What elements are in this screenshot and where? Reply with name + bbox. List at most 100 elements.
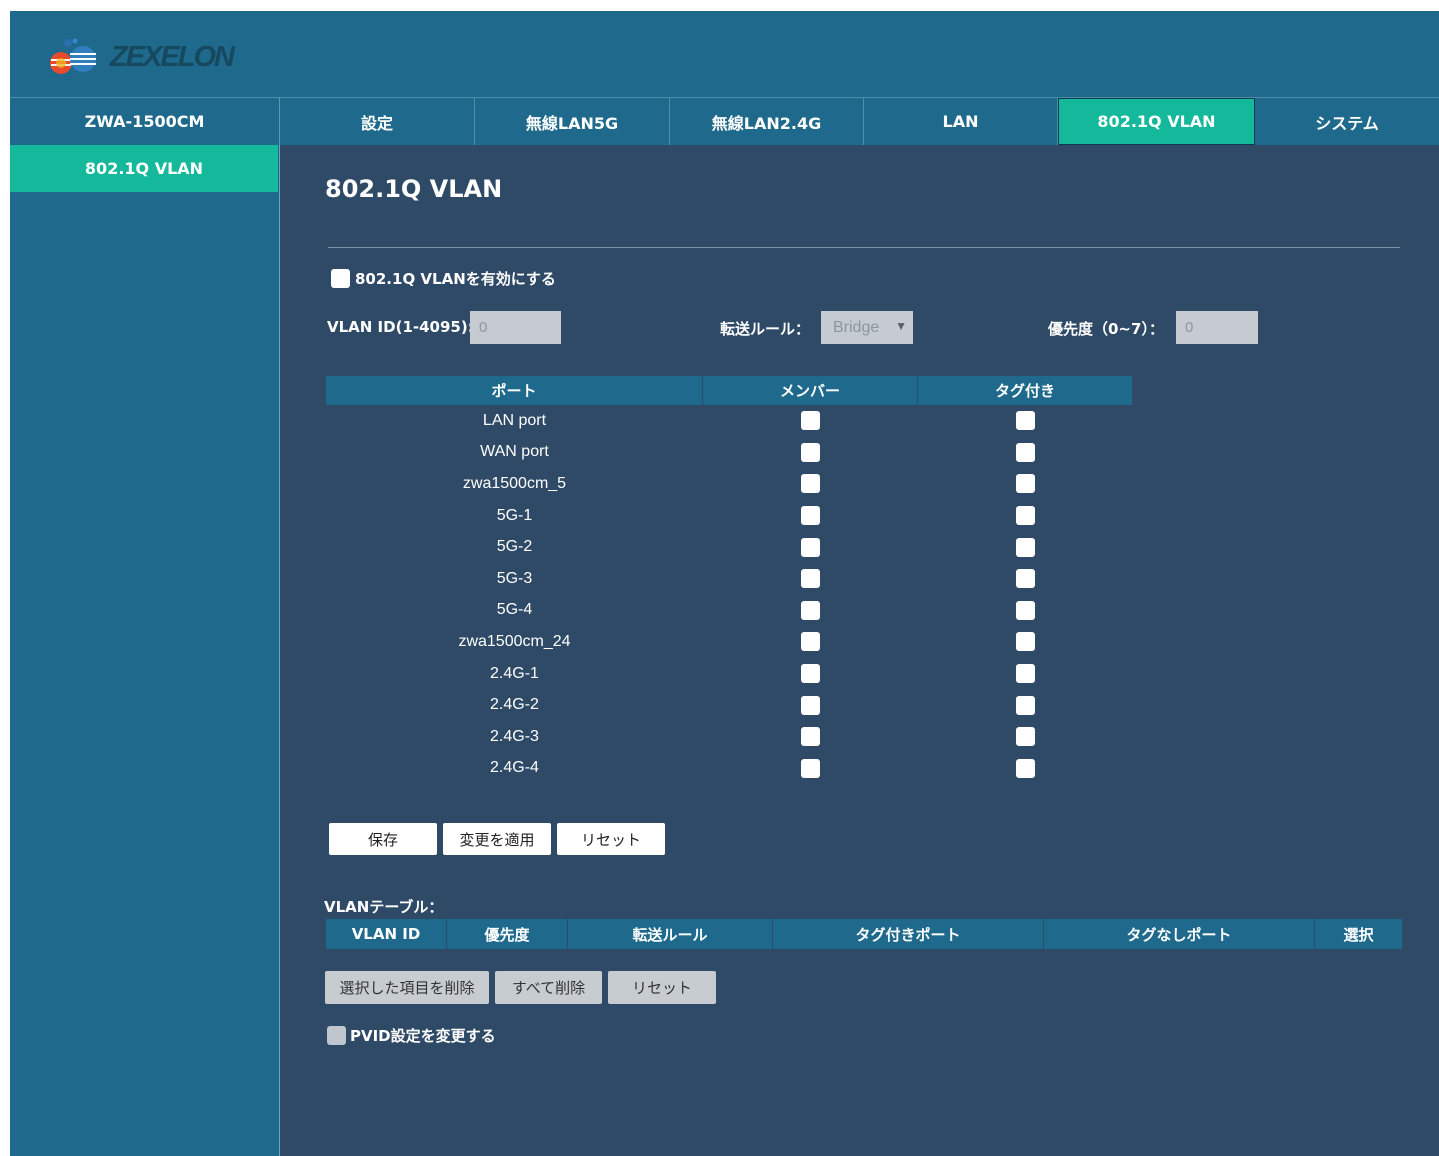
pvid-row: PVID設定を変更する: [327, 1025, 496, 1046]
member-checkbox[interactable]: [801, 758, 820, 778]
member-checkbox[interactable]: [801, 600, 820, 620]
port-name: WAN port: [480, 443, 549, 461]
main-content: 802.1Q VLAN 802.1Q VLANを有効にする VLAN ID(1-…: [280, 145, 1439, 1156]
member-cell: [703, 442, 918, 462]
pvid-label: PVID設定を変更する: [350, 1027, 496, 1045]
vlan-table-buttons: 選択した項目を削除 すべて削除 リセット: [325, 971, 716, 1004]
port-name: zwa1500cm_24: [458, 632, 571, 650]
table-reset-button[interactable]: リセット: [608, 971, 716, 1004]
port-name: 2.4G-4: [490, 759, 539, 777]
member-checkbox[interactable]: [801, 506, 820, 526]
member-checkbox[interactable]: [801, 442, 820, 462]
divider: [328, 247, 1400, 248]
tagged-checkbox[interactable]: [1015, 632, 1035, 652]
member-checkbox[interactable]: [801, 727, 820, 747]
priority-input[interactable]: [1176, 311, 1258, 344]
table-row: 2.4G-1: [326, 658, 1132, 690]
tagged-cell: [918, 411, 1132, 431]
port-name: 5G-4: [496, 601, 533, 619]
tagged-cell: [918, 695, 1132, 715]
member-cell: [703, 695, 918, 715]
delete-selected-button[interactable]: 選択した項目を削除: [325, 971, 489, 1004]
reset-button[interactable]: リセット: [557, 823, 665, 855]
member-checkbox[interactable]: [801, 537, 820, 557]
member-cell: [703, 569, 918, 589]
port-name: 2.4G-2: [490, 696, 539, 714]
tagged-cell: [918, 569, 1132, 589]
page-title: 802.1Q VLAN: [325, 175, 503, 203]
tagged-checkbox[interactable]: [1015, 442, 1035, 462]
member-cell: [703, 727, 918, 747]
top-navigation: ZWA-1500CM 設定 無線LAN5G 無線LAN2.4G LAN 802.…: [10, 97, 1439, 146]
vlan-action-buttons: 保存 変更を適用 リセット: [329, 823, 665, 855]
member-cell: [703, 600, 918, 620]
port-name: 2.4G-3: [490, 727, 539, 745]
device-model: ZWA-1500CM: [10, 98, 280, 145]
tagged-cell: [918, 632, 1132, 652]
member-checkbox[interactable]: [801, 632, 820, 652]
select-column-header: 選択: [1343, 925, 1374, 944]
member-column-header: メンバー: [703, 376, 918, 405]
forward-rule-value: Bridge: [833, 318, 880, 336]
member-checkbox[interactable]: [801, 411, 820, 431]
priority-column-header: 優先度: [447, 919, 568, 949]
tagged-cell: [918, 506, 1132, 526]
pvid-checkbox[interactable]: [327, 1026, 346, 1045]
member-checkbox[interactable]: [801, 474, 820, 494]
tab-settings[interactable]: 設定: [280, 98, 475, 145]
sidebar-item-8021q-vlan[interactable]: 802.1Q VLAN: [10, 145, 278, 192]
save-button[interactable]: 保存: [329, 823, 437, 855]
tagged-checkbox[interactable]: [1015, 411, 1035, 431]
tagged-cell: [918, 442, 1132, 462]
vlan-table-label: VLANテーブル：: [324, 898, 444, 916]
brand-name: ZEXELON: [110, 40, 235, 73]
tagged-checkbox[interactable]: [1015, 727, 1035, 747]
table-row: 5G-2: [326, 531, 1132, 563]
member-checkbox[interactable]: [801, 569, 820, 589]
vlan-id-column-header: VLAN ID: [326, 919, 447, 949]
tagged-checkbox[interactable]: [1015, 474, 1035, 494]
tab-8021q-vlan[interactable]: 802.1Q VLAN: [1058, 98, 1255, 145]
tab-system[interactable]: システム: [1255, 98, 1439, 145]
table-row: 5G-1: [326, 500, 1132, 532]
tab-lan[interactable]: LAN: [864, 98, 1058, 145]
port-name: 5G-3: [496, 569, 533, 587]
forward-rule-column-header: 転送ルール: [568, 919, 773, 949]
tab-wireless-5g[interactable]: 無線LAN5G: [475, 98, 670, 145]
tagged-checkbox[interactable]: [1015, 569, 1035, 589]
chevron-down-icon: ▼: [895, 319, 907, 333]
tab-wireless-24g[interactable]: 無線LAN2.4G: [670, 98, 864, 145]
port-name: zwa1500cm_5: [462, 474, 567, 492]
tagged-checkbox[interactable]: [1015, 537, 1035, 557]
enable-vlan-checkbox[interactable]: [331, 269, 350, 288]
port-table-body: LAN port WAN port zwa1500cm_5 5G-1 5G-2 5G-3 5…: [326, 405, 1132, 784]
table-row: 2.4G-3: [326, 721, 1132, 753]
zexelon-logo-icon: [50, 38, 96, 74]
delete-all-button[interactable]: すべて削除: [495, 971, 602, 1004]
forward-rule-select[interactable]: Bridge ▼: [821, 311, 913, 344]
table-row: LAN port: [326, 405, 1132, 437]
port-name: 2.4G-1: [490, 664, 539, 682]
tagged-checkbox[interactable]: [1015, 695, 1035, 715]
tagged-checkbox[interactable]: [1015, 758, 1035, 778]
member-checkbox[interactable]: [801, 664, 820, 684]
enable-vlan-row: 802.1Q VLANを有効にする: [331, 268, 556, 289]
tagged-checkbox[interactable]: [1015, 506, 1035, 526]
untagged-ports-column-header: タグなしポート: [1044, 919, 1315, 949]
vlan-id-input[interactable]: [470, 311, 561, 344]
member-checkbox[interactable]: [801, 695, 820, 715]
header: ZEXELON: [10, 11, 1439, 97]
table-row: zwa1500cm_24: [326, 626, 1132, 658]
member-cell: [703, 411, 918, 431]
vlan-table-header: VLAN ID 優先度 転送ルール タグ付きポート タグなしポート 選択: [326, 919, 1402, 949]
tagged-checkbox[interactable]: [1015, 664, 1035, 684]
router-admin-frame: ZEXELON ZWA-1500CM 設定 無線LAN5G 無線LAN2.4G …: [10, 11, 1439, 1156]
table-row: 5G-4: [326, 595, 1132, 627]
apply-changes-button[interactable]: 変更を適用: [443, 823, 551, 855]
table-row: WAN port: [326, 437, 1132, 469]
tagged-checkbox[interactable]: [1015, 600, 1035, 620]
tagged-column-header: タグ付き: [994, 382, 1055, 400]
forward-rule-label: 転送ルール：: [720, 320, 811, 338]
tagged-cell: [918, 600, 1132, 620]
member-cell: [703, 664, 918, 684]
